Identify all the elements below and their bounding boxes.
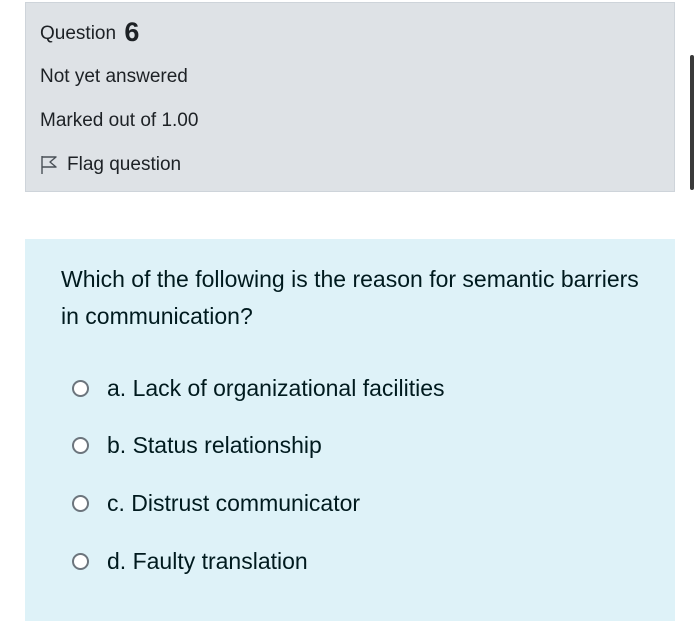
- answer-option-a[interactable]: a. Lack of organizational facilities: [72, 375, 445, 402]
- flag-question-label: Flag question: [67, 154, 182, 175]
- radio-button[interactable]: [72, 437, 89, 454]
- question-heading: Question 6: [40, 17, 139, 48]
- question-number: 6: [124, 17, 140, 47]
- answer-option-d[interactable]: d. Faulty translation: [72, 548, 308, 575]
- answer-option-label: c. Distrust communicator: [107, 490, 361, 516]
- flag-question-button[interactable]: Flag question: [40, 154, 181, 176]
- answer-option-label: a. Lack of organizational facilities: [107, 375, 445, 401]
- question-state: Not yet answered: [40, 66, 188, 87]
- answer-option-label: d. Faulty translation: [107, 548, 308, 574]
- scrollbar[interactable]: [690, 55, 694, 190]
- answer-option-c[interactable]: c. Distrust communicator: [72, 490, 360, 517]
- answer-option-b[interactable]: b. Status relationship: [72, 432, 322, 459]
- answer-option-label: b. Status relationship: [107, 432, 322, 458]
- question-label: Question: [40, 23, 117, 44]
- question-text: Which of the following is the reason for…: [61, 266, 639, 329]
- question-content-panel: Which of the following is the reason for…: [25, 239, 675, 621]
- radio-button[interactable]: [72, 553, 89, 570]
- radio-button[interactable]: [72, 495, 89, 512]
- flag-icon: [40, 155, 58, 175]
- question-grade: Marked out of 1.00: [40, 110, 199, 131]
- question-info-panel: Question 6 Not yet answered Marked out o…: [25, 2, 675, 192]
- radio-button[interactable]: [72, 380, 89, 397]
- quiz-page: Question 6 Not yet answered Marked out o…: [0, 0, 700, 621]
